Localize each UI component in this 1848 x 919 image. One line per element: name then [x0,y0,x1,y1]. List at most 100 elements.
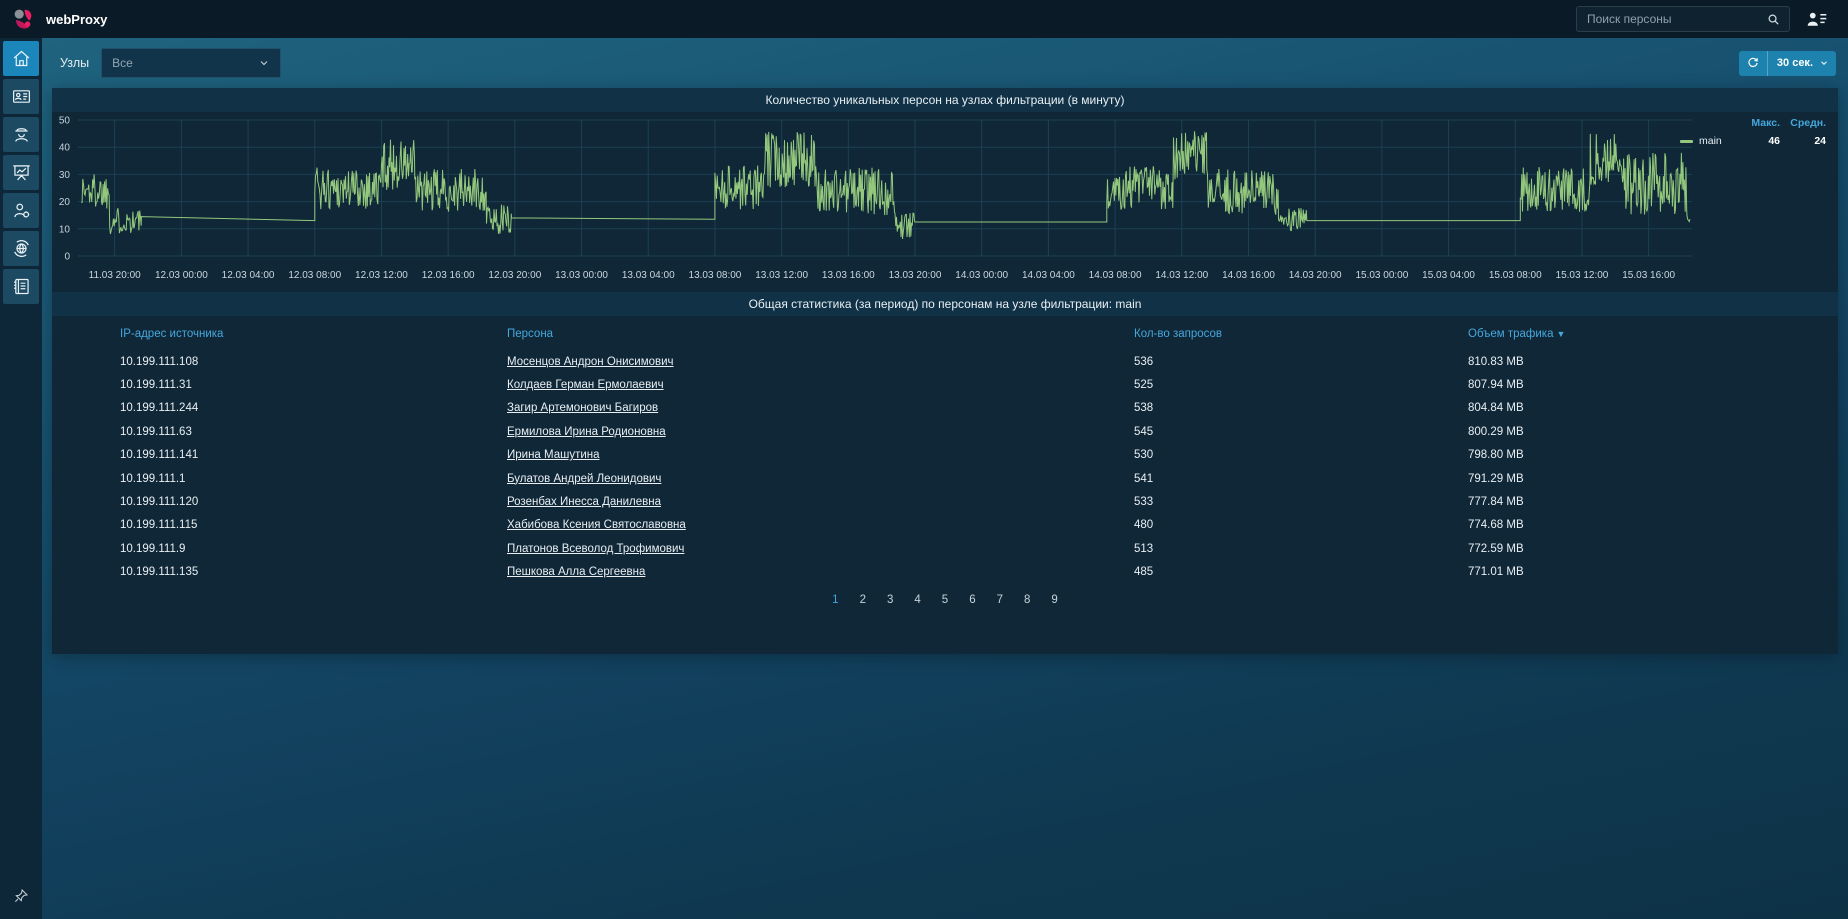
cell-ip: 10.199.111.9 [120,542,186,555]
refresh-interval-label: 30 сек. [1776,57,1813,69]
svg-text:13.03 20:00: 13.03 20:00 [889,270,942,281]
cell-ip: 10.199.111.63 [120,425,192,438]
sidebar-item-network[interactable] [3,231,39,266]
sidebar-item-home[interactable] [3,41,39,76]
cell-traffic: 774.68 MB [1468,519,1524,532]
cell-requests: 485 [1134,566,1154,579]
svg-text:14.03 16:00: 14.03 16:00 [1222,270,1275,281]
person-link[interactable]: Булатов Андрей Леонидович [507,473,661,485]
person-link[interactable]: Загир Артемонович Багиров [507,402,658,414]
chart-canvas: 0 10 20 30 40 50 11.03 20:00 12.03 00:00 12.03 0… [59,116,1692,281]
cell-requests: 530 [1134,449,1154,462]
sidebar-item-journal[interactable] [3,269,39,304]
sidebar-item-agents[interactable] [3,117,39,152]
svg-text:14.03 00:00: 14.03 00:00 [955,270,1008,281]
pagination: 123456789 [52,592,1838,608]
cell-requests: 538 [1134,402,1154,415]
cell-traffic: 777.84 MB [1468,496,1524,509]
person-link[interactable]: Ермилова Ирина Родионовна [507,426,666,438]
svg-text:14.03 12:00: 14.03 12:00 [1155,270,1208,281]
page-button-6[interactable]: 6 [963,592,981,608]
person-link[interactable]: Пешкова Алла Сергеевна [507,566,645,578]
page-button-3[interactable]: 3 [881,592,899,608]
nodes-select[interactable]: Все [101,48,282,78]
cell-ip: 10.199.111.1 [120,472,186,485]
user-account-icon[interactable] [1806,10,1828,28]
cell-traffic: 804.84 MB [1468,402,1524,415]
cell-traffic: 791.29 MB [1468,472,1524,485]
sidebar [0,38,42,919]
table-row: 10.199.111.115 Хабибова Ксения Святославо… [120,514,1826,537]
search-input[interactable] [1577,12,1766,26]
cell-requests: 533 [1134,496,1154,509]
page-button-2[interactable]: 2 [854,592,872,608]
refresh-icon [1739,50,1768,76]
search-icon[interactable] [1766,12,1789,27]
chevron-down-icon [258,57,270,69]
legend-avg-header: Средн. [1790,117,1826,129]
column-header-traffic[interactable]: Объем трафика ▼ [1468,328,1826,340]
table-title: Общая статистика (за период) по персонам… [52,292,1838,316]
table-row: 10.199.111.108 Мосенцов Андрон Онисимович… [120,350,1826,373]
svg-text:12.03 12:00: 12.03 12:00 [355,270,408,281]
page-button-1[interactable]: 1 [826,592,844,608]
cell-ip: 10.199.111.244 [120,402,199,415]
person-link[interactable]: Розенбах Инесса Данилевна [507,496,661,508]
pin-sidebar-button[interactable] [12,887,30,905]
table-body: 10.199.111.108 Мосенцов Андрон Онисимович… [120,350,1826,584]
app-title: webProxy [46,11,108,27]
cell-requests: 536 [1134,355,1154,368]
cell-traffic: 807.94 MB [1468,379,1524,392]
table-row: 10.199.111.1 Булатов Андрей Леонидович 541… [120,467,1826,490]
table-row: 10.199.111.31 Колдаев Герман Ермолаевич 52… [120,373,1826,396]
svg-text:15.03 04:00: 15.03 04:00 [1422,270,1475,281]
svg-text:13.03 04:00: 13.03 04:00 [622,270,675,281]
main-area: Узлы Все 30 сек. Количество уникальных п… [42,38,1848,919]
table-row: 10.199.111.135 Пешкова Алла Сергеевна 485 7… [120,561,1826,584]
sidebar-item-persons[interactable] [3,79,39,114]
sidebar-item-statistics[interactable] [3,155,39,190]
page-button-9[interactable]: 9 [1045,592,1063,608]
persons-statistics-table: IP-адрес источника Персона Кол-во запрос… [52,318,1838,584]
svg-text:12.03 00:00: 12.03 00:00 [155,270,208,281]
cell-traffic: 798.80 MB [1468,449,1524,462]
chart-legend: Макс. Средн. main 46 24 [1680,117,1826,147]
page-button-7[interactable]: 7 [991,592,1009,608]
globe-sync-icon [13,240,29,257]
pin-icon [15,888,29,902]
table-header-row: IP-адрес источника Персона Кол-во запрос… [120,318,1826,350]
svg-text:12.03 04:00: 12.03 04:00 [222,270,275,281]
legend-series[interactable]: main [1680,135,1738,147]
sidebar-item-user-settings[interactable] [3,193,39,228]
person-gear-icon [13,203,29,218]
officer-icon [14,128,28,142]
toolbar: Узлы Все 30 сек. [42,38,1848,88]
svg-text:50: 50 [59,116,71,127]
topbar: webProxy [0,0,1848,38]
refresh-interval-button[interactable]: 30 сек. [1738,50,1836,76]
person-link[interactable]: Хабибова Ксения Святославовна [507,519,686,531]
svg-text:14.03 20:00: 14.03 20:00 [1289,270,1342,281]
sort-desc-icon: ▼ [1556,329,1566,339]
page-button-5[interactable]: 5 [936,592,954,608]
person-link[interactable]: Платонов Всеволод Трофимович [507,543,684,555]
column-header-person[interactable]: Персона [507,328,1134,340]
cell-ip: 10.199.111.120 [120,496,199,509]
legend-max-value: 46 [1768,135,1780,147]
column-header-ip[interactable]: IP-адрес источника [120,328,507,340]
svg-text:14.03 08:00: 14.03 08:00 [1089,270,1142,281]
person-link[interactable]: Ирина Машутина [507,449,600,461]
cell-traffic: 771.01 MB [1468,566,1524,579]
svg-text:14.03 04:00: 14.03 04:00 [1022,270,1075,281]
page-button-4[interactable]: 4 [908,592,926,608]
table-row: 10.199.111.244 Загир Артемонович Багиров 5… [120,397,1826,420]
unique-persons-chart: 0 10 20 30 40 50 11.03 20:00 12.03 00:00 12.03 0… [52,112,1838,292]
id-card-icon [12,90,30,103]
person-link[interactable]: Мосенцов Андрон Онисимович [507,356,674,368]
cell-requests: 545 [1134,425,1154,438]
person-link[interactable]: Колдаев Герман Ермолаевич [507,379,664,391]
page-button-8[interactable]: 8 [1018,592,1036,608]
svg-text:11.03 20:00: 11.03 20:00 [89,270,142,281]
table-row: 10.199.111.141 Ирина Машутина 530 798.80 MB [120,444,1826,467]
column-header-requests[interactable]: Кол-во запросов [1134,328,1468,340]
